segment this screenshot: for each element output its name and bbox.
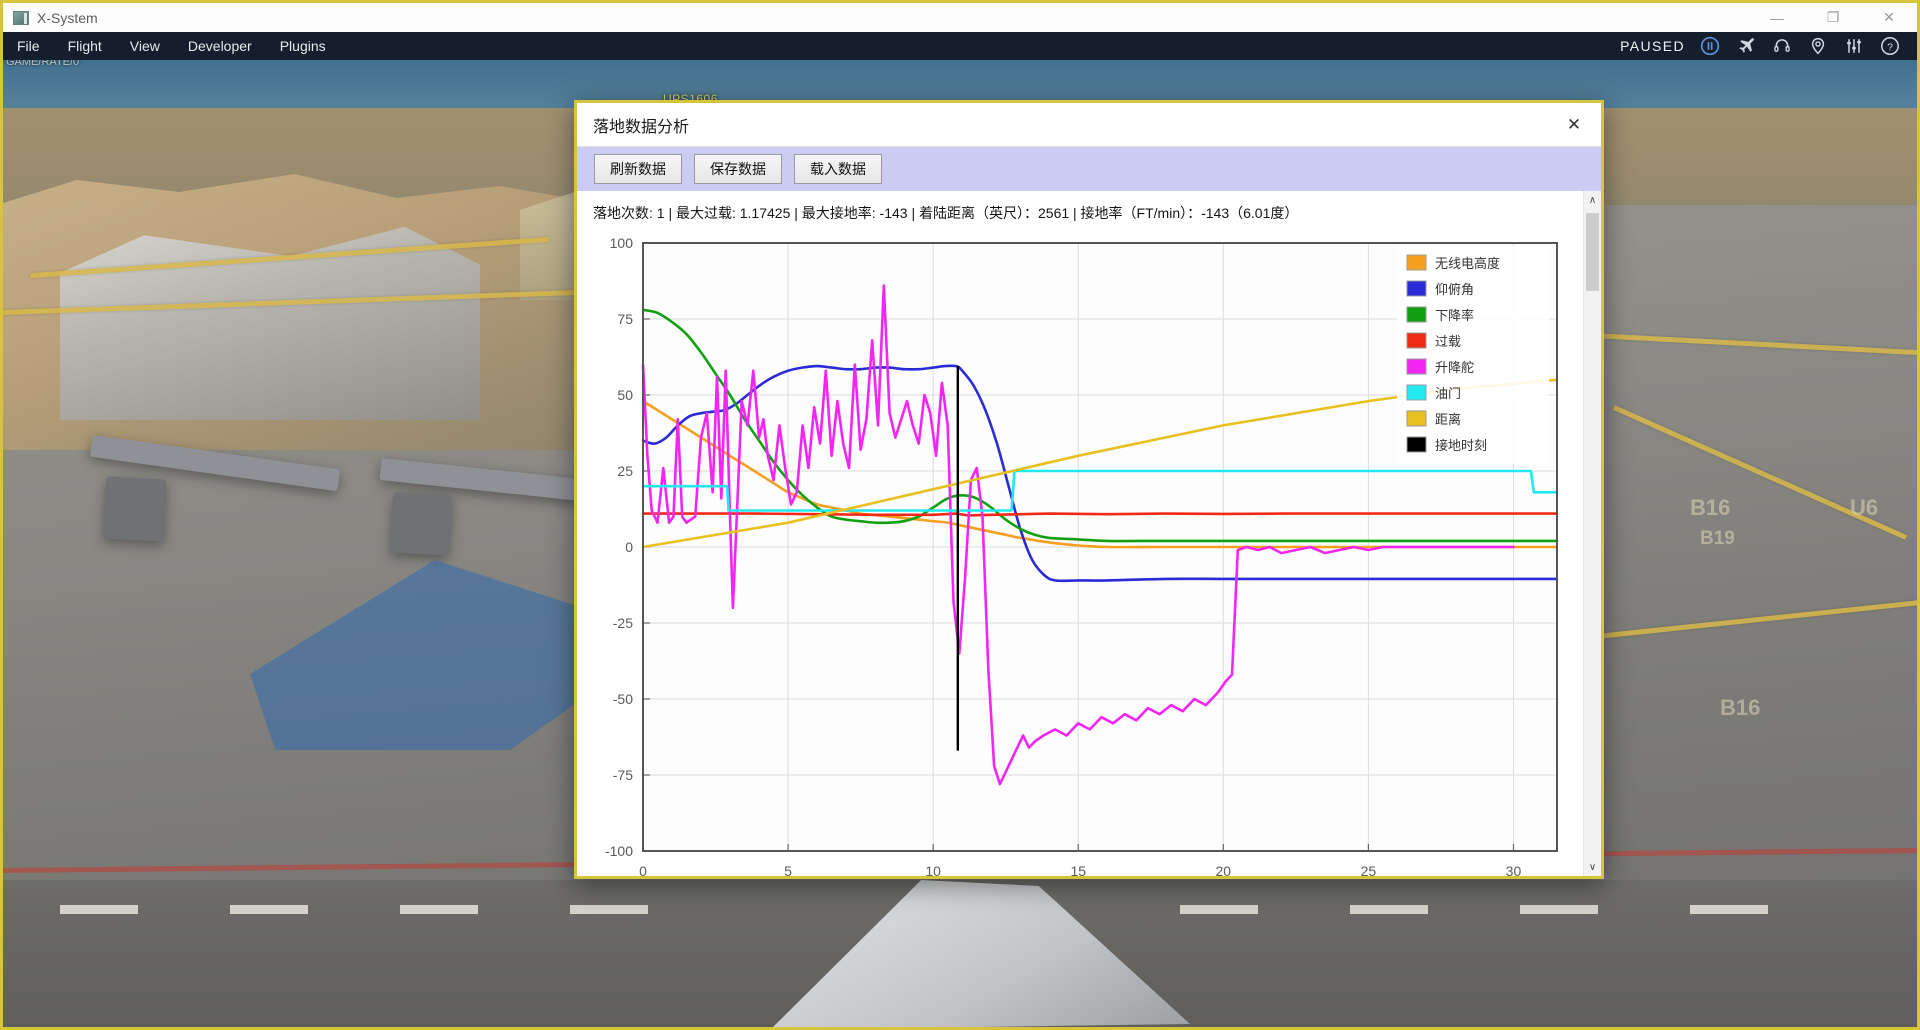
runway-dash bbox=[1350, 905, 1428, 914]
scrollbar-track[interactable] bbox=[1584, 209, 1601, 858]
svg-text:-100: -100 bbox=[605, 843, 633, 859]
load-data-button[interactable]: 载入数据 bbox=[794, 154, 882, 184]
minimize-button[interactable]: — bbox=[1749, 3, 1805, 32]
legend-label: 接地时刻 bbox=[1435, 438, 1487, 453]
runway-dash bbox=[570, 905, 648, 914]
sliders-icon[interactable] bbox=[1843, 35, 1865, 57]
sim-status-bar: PAUSED ? bbox=[1620, 35, 1917, 57]
legend-label: 升降舵 bbox=[1435, 360, 1474, 375]
help-circle-icon[interactable]: ? bbox=[1879, 35, 1901, 57]
chart-legend: 无线电高度仰俯角下降率过载升降舵油门距离接地时刻 bbox=[1397, 246, 1549, 464]
refresh-data-button[interactable]: 刷新数据 bbox=[594, 154, 682, 184]
legend-label: 无线电高度 bbox=[1435, 256, 1500, 271]
menubar: File Flight View Developer Plugins PAUSE… bbox=[3, 32, 1917, 60]
runway-dash bbox=[1180, 905, 1258, 914]
dialog-vertical-scrollbar[interactable]: ∧ ∨ bbox=[1583, 191, 1601, 876]
menu-item-view[interactable]: View bbox=[116, 34, 174, 58]
runway-dash bbox=[230, 905, 308, 914]
maximize-button[interactable]: ❐ bbox=[1805, 3, 1861, 32]
dialog-titlebar: 落地数据分析 ✕ bbox=[577, 103, 1601, 147]
svg-text:25: 25 bbox=[617, 463, 633, 479]
apron-stand-marking: B19 bbox=[1700, 528, 1735, 549]
svg-text:-50: -50 bbox=[613, 691, 633, 707]
dialog-content: 落地次数: 1 | 最大过载: 1.17425 | 最大接地率: -143 | … bbox=[577, 191, 1583, 876]
legend-label: 油门 bbox=[1435, 386, 1461, 401]
dialog-title: 落地数据分析 bbox=[593, 118, 690, 136]
landing-chart: 100 75 50 25 0 -25 -50 -75 -100 0 5 10 15 20 25 30 无线电高度… bbox=[585, 229, 1571, 876]
legend-label: 仰俯角 bbox=[1435, 282, 1474, 297]
jet-bridge-tower bbox=[390, 492, 452, 556]
app-icon bbox=[13, 10, 29, 25]
svg-text:25: 25 bbox=[1361, 863, 1377, 876]
svg-text:?: ? bbox=[1887, 41, 1893, 53]
pause-circle-icon[interactable] bbox=[1699, 35, 1721, 57]
runway-dash bbox=[1690, 905, 1768, 914]
svg-text:0: 0 bbox=[639, 863, 647, 876]
scroll-down-arrow-icon[interactable]: ∨ bbox=[1584, 858, 1601, 876]
scrollbar-thumb[interactable] bbox=[1586, 213, 1599, 291]
svg-text:10: 10 bbox=[925, 863, 941, 876]
legend-label: 下降率 bbox=[1435, 308, 1474, 323]
menu-item-plugins[interactable]: Plugins bbox=[266, 34, 340, 58]
svg-text:50: 50 bbox=[617, 387, 633, 403]
menu-item-file[interactable]: File bbox=[3, 34, 54, 58]
close-button[interactable]: ✕ bbox=[1861, 3, 1917, 32]
svg-text:30: 30 bbox=[1506, 863, 1522, 876]
airplane-icon[interactable] bbox=[1735, 35, 1757, 57]
apron-stand-marking: B16 bbox=[1720, 695, 1761, 720]
dialog-body: 落地次数: 1 | 最大过载: 1.17425 | 最大接地率: -143 | … bbox=[577, 191, 1601, 876]
svg-text:-25: -25 bbox=[613, 615, 633, 631]
apron-stand-marking: U6 bbox=[1850, 495, 1879, 520]
runway-dash bbox=[400, 905, 478, 914]
menu-item-flight[interactable]: Flight bbox=[54, 34, 116, 58]
svg-text:-75: -75 bbox=[613, 767, 633, 783]
landing-analysis-dialog: 落地数据分析 ✕ 刷新数据 保存数据 载入数据 落地次数: 1 | 最大过载: … bbox=[574, 100, 1604, 879]
apron-stand-marking: B16 bbox=[1690, 495, 1731, 520]
chart-svg: 100 75 50 25 0 -25 -50 -75 -100 0 5 10 15 20 25 30 无线电高度… bbox=[605, 235, 1559, 876]
landing-stats-line: 落地次数: 1 | 最大过载: 1.17425 | 最大接地率: -143 | … bbox=[593, 205, 1299, 221]
dialog-toolbar: 刷新数据 保存数据 载入数据 bbox=[577, 147, 1601, 191]
svg-text:0: 0 bbox=[625, 539, 633, 555]
legend-label: 距离 bbox=[1435, 412, 1461, 427]
menu-item-developer[interactable]: Developer bbox=[174, 34, 266, 58]
paused-label: PAUSED bbox=[1620, 38, 1685, 54]
svg-text:75: 75 bbox=[617, 311, 633, 327]
save-data-button[interactable]: 保存数据 bbox=[694, 154, 782, 184]
legend-label: 过载 bbox=[1435, 334, 1461, 349]
runway-dash bbox=[1520, 905, 1598, 914]
svg-text:20: 20 bbox=[1216, 863, 1232, 876]
window-title: X-System bbox=[37, 9, 98, 26]
svg-text:100: 100 bbox=[610, 235, 634, 251]
svg-text:5: 5 bbox=[784, 863, 792, 876]
app-root: UPS1606 B16 B19 B16 U6 X-System — ❐ ✕ Fi… bbox=[0, 0, 1920, 1030]
window-titlebar: X-System — ❐ ✕ bbox=[3, 3, 1917, 32]
window-controls: — ❐ ✕ bbox=[1749, 3, 1917, 32]
dialog-close-button[interactable]: ✕ bbox=[1559, 110, 1589, 140]
jet-bridge-tower bbox=[103, 476, 167, 542]
headset-icon[interactable] bbox=[1771, 35, 1793, 57]
scroll-up-arrow-icon[interactable]: ∧ bbox=[1584, 191, 1601, 209]
svg-text:15: 15 bbox=[1070, 863, 1086, 876]
runway-dash bbox=[60, 905, 138, 914]
location-pin-icon[interactable] bbox=[1807, 35, 1829, 57]
